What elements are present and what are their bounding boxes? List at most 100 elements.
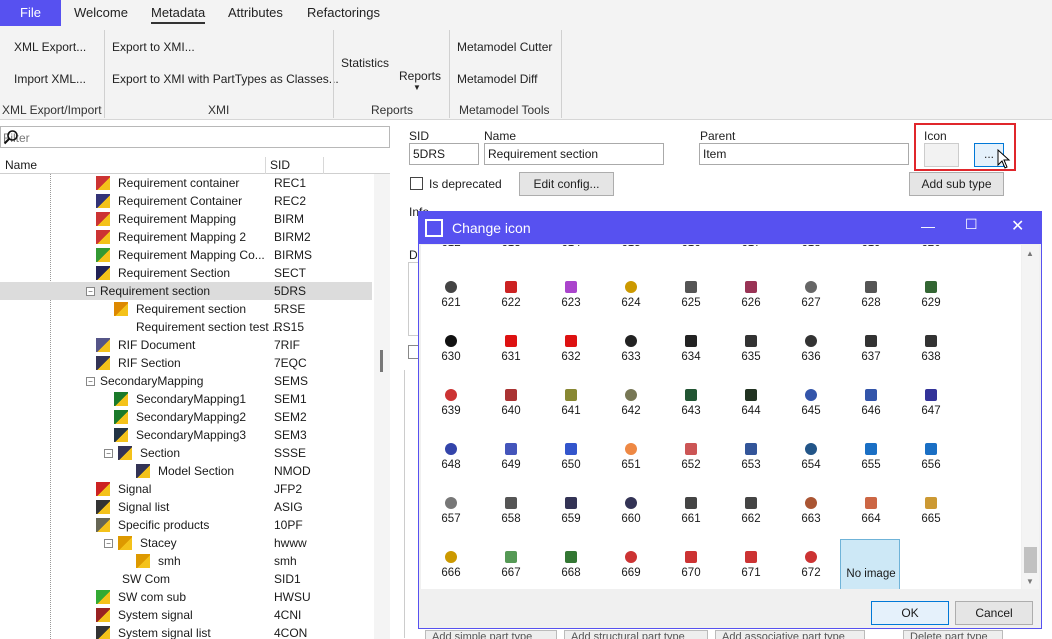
icon-cell[interactable]: 620	[901, 245, 961, 279]
icon-cell[interactable]: 648	[421, 439, 481, 485]
no-image-option[interactable]: No image	[840, 539, 900, 589]
deprecated-checkbox[interactable]	[410, 177, 423, 190]
icon-cell[interactable]: 652	[661, 439, 721, 485]
tab-metadata[interactable]: Metadata	[151, 0, 206, 24]
tree-row[interactable]: SecondaryMapping3 SEM3	[0, 426, 372, 444]
add-simple-part-type-button[interactable]: Add simple part type	[425, 630, 557, 639]
tree-row[interactable]: − Requirement section 5DRS	[0, 282, 372, 300]
tab-refactorings[interactable]: Refactorings	[307, 0, 380, 26]
name-field[interactable]: Requirement section	[484, 143, 664, 165]
icon-cell[interactable]: 631	[481, 331, 541, 377]
tree-row[interactable]: Signal JFP2	[0, 480, 372, 498]
icon-cell[interactable]: 615	[601, 245, 661, 279]
add-associative-part-type-button[interactable]: Add associative part type	[715, 630, 865, 639]
icon-cell[interactable]: 618	[781, 245, 841, 279]
export-xmi-parttypes-button[interactable]: Export to XMI with PartTypes as Classes.…	[112, 72, 339, 86]
statistics-button[interactable]: Statistics	[341, 56, 389, 70]
icon-cell[interactable]: 646	[841, 385, 901, 431]
icon-cell[interactable]: 617	[721, 245, 781, 279]
icon-cell[interactable]: 649	[481, 439, 541, 485]
tree-row[interactable]: Requirement Mapping Co... BIRMS	[0, 246, 372, 264]
icon-cell[interactable]: 624	[601, 277, 661, 323]
icon-cell[interactable]: 612	[421, 245, 481, 279]
icon-cell[interactable]: 650	[541, 439, 601, 485]
icon-cell[interactable]: 641	[541, 385, 601, 431]
icon-cell[interactable]: 614	[541, 245, 601, 279]
tree-row[interactable]: System signal list 4CON	[0, 624, 372, 639]
scroll-down-icon[interactable]: ▼	[1026, 577, 1034, 586]
metamodel-diff-button[interactable]: Metamodel Diff	[457, 72, 537, 86]
icon-cell[interactable]: 637	[841, 331, 901, 377]
tree-scrollbar[interactable]	[374, 174, 390, 639]
icon-cell[interactable]: 664	[841, 493, 901, 539]
icon-grid-scrollbar[interactable]: ▲ ▼	[1022, 245, 1039, 589]
reports-button[interactable]: Reports	[399, 69, 441, 83]
icon-cell[interactable]: 651	[601, 439, 661, 485]
icon-cell[interactable]: 658	[481, 493, 541, 539]
cancel-button[interactable]: Cancel	[955, 601, 1033, 625]
collapse-toggle-icon[interactable]: −	[104, 539, 113, 548]
tree-row[interactable]: − Section SSSE	[0, 444, 372, 462]
collapse-toggle-icon[interactable]: −	[104, 449, 113, 458]
add-structural-part-type-button[interactable]: Add structural part type	[564, 630, 708, 639]
icon-cell[interactable]: 669	[601, 547, 661, 589]
tree-row[interactable]: Specific products 10PF	[0, 516, 372, 534]
icon-cell[interactable]: 613	[481, 245, 541, 279]
icon-cell[interactable]: 659	[541, 493, 601, 539]
icon-cell[interactable]: 655	[841, 439, 901, 485]
icon-cell[interactable]: 632	[541, 331, 601, 377]
icon-cell[interactable]: 616	[661, 245, 721, 279]
icon-cell[interactable]: 636	[781, 331, 841, 377]
icon-cell[interactable]: 663	[781, 493, 841, 539]
icon-cell[interactable]: 654	[781, 439, 841, 485]
icon-cell[interactable]: 666	[421, 547, 481, 589]
close-icon[interactable]: ✕	[1011, 216, 1024, 236]
icon-cell[interactable]: 671	[721, 547, 781, 589]
add-sub-type-button[interactable]: Add sub type	[909, 172, 1004, 196]
icon-cell[interactable]: 625	[661, 277, 721, 323]
tree-row[interactable]: Requirement section test ... RS15	[0, 318, 372, 336]
tree-row[interactable]: smh smh	[0, 552, 372, 570]
icon-cell[interactable]: 668	[541, 547, 601, 589]
icon-cell[interactable]: 635	[721, 331, 781, 377]
sid-field[interactable]: 5DRS	[409, 143, 479, 165]
icon-cell[interactable]: 656	[901, 439, 961, 485]
icon-cell[interactable]: 667	[481, 547, 541, 589]
icon-cell[interactable]: 629	[901, 277, 961, 323]
icon-cell[interactable]: 619	[841, 245, 901, 279]
tree-row[interactable]: Signal list ASIG	[0, 498, 372, 516]
icon-cell[interactable]: 627	[781, 277, 841, 323]
icon-cell[interactable]: 628	[841, 277, 901, 323]
tree-row[interactable]: Requirement section 5RSE	[0, 300, 372, 318]
tree-row[interactable]: Requirement Mapping 2 BIRM2	[0, 228, 372, 246]
xml-export-button[interactable]: XML Export...	[14, 40, 86, 54]
scrollbar-thumb[interactable]	[1024, 547, 1037, 573]
icon-cell[interactable]: 623	[541, 277, 601, 323]
icon-cell[interactable]: 634	[661, 331, 721, 377]
parent-field[interactable]: Item	[699, 143, 909, 165]
tree-row[interactable]: SW com sub HWSU	[0, 588, 372, 606]
tree-row[interactable]: RIF Document 7RIF	[0, 336, 372, 354]
tab-file[interactable]: File	[0, 0, 61, 26]
icon-cell[interactable]: 638	[901, 331, 961, 377]
search-icon[interactable]	[3, 129, 383, 148]
tree-row[interactable]: SW Com SID1	[0, 570, 372, 588]
tree-row[interactable]: SecondaryMapping2 SEM2	[0, 408, 372, 426]
icon-cell[interactable]: 660	[601, 493, 661, 539]
import-xml-button[interactable]: Import XML...	[14, 72, 86, 86]
icon-cell[interactable]: 672	[781, 547, 841, 589]
metamodel-cutter-button[interactable]: Metamodel Cutter	[457, 40, 552, 54]
icon-cell[interactable]: 653	[721, 439, 781, 485]
edit-config-button[interactable]: Edit config...	[519, 172, 614, 196]
ok-button[interactable]: OK	[871, 601, 949, 625]
icon-cell[interactable]: 642	[601, 385, 661, 431]
icon-cell[interactable]: 621	[421, 277, 481, 323]
icon-cell[interactable]: 647	[901, 385, 961, 431]
icon-cell[interactable]: 657	[421, 493, 481, 539]
icon-cell[interactable]: 662	[721, 493, 781, 539]
icon-cell[interactable]: 665	[901, 493, 961, 539]
tab-welcome[interactable]: Welcome	[74, 0, 128, 26]
export-xmi-button[interactable]: Export to XMI...	[112, 40, 195, 54]
tree-row[interactable]: RIF Section 7EQC	[0, 354, 372, 372]
tree-row[interactable]: Model Section NMOD	[0, 462, 372, 480]
